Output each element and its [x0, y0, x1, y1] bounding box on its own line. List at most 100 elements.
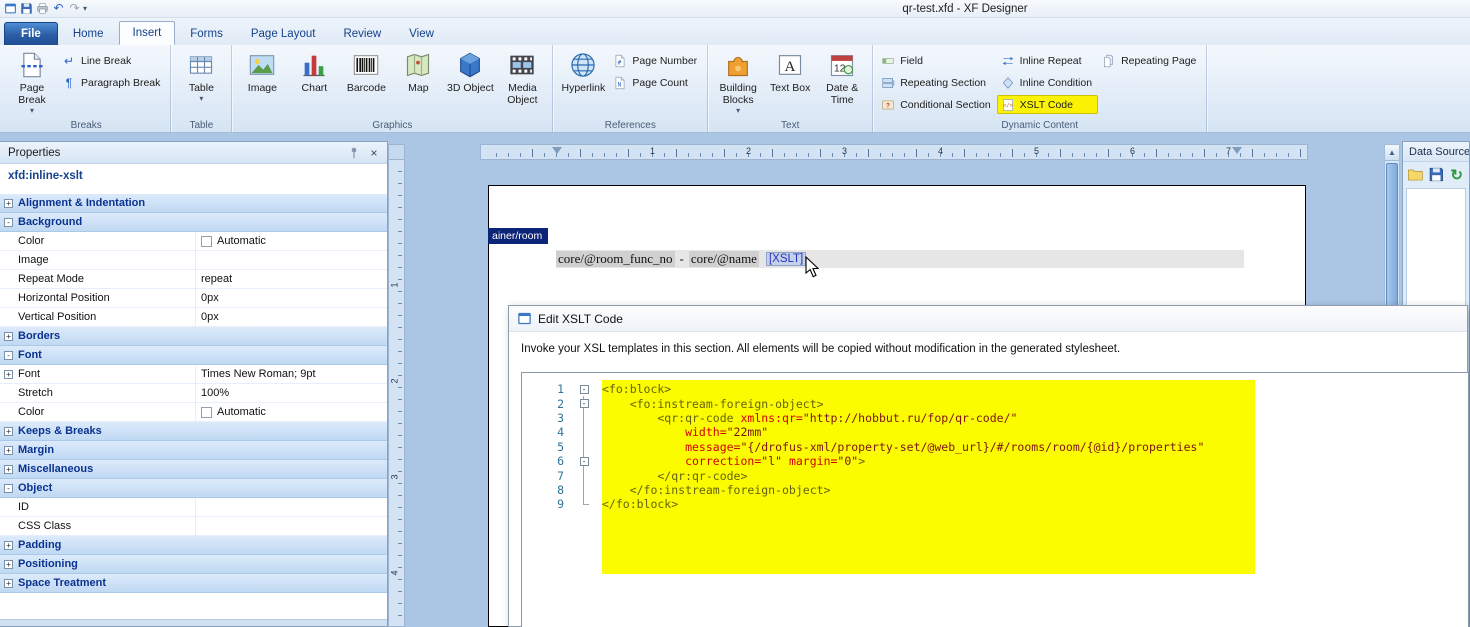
- code-line[interactable]: 9</fo:block>: [522, 497, 1468, 511]
- expander-icon[interactable]: +: [4, 427, 13, 436]
- tab-page-layout[interactable]: Page Layout: [238, 23, 329, 45]
- property-value-cell[interactable]: Times New Roman; 9pt: [196, 365, 387, 383]
- field-room-name[interactable]: core/@name: [689, 251, 759, 267]
- code-line[interactable]: 4 width="22mm": [522, 425, 1468, 439]
- property-value-cell[interactable]: Automatic: [196, 232, 387, 250]
- code-line[interactable]: 5 message="{/drofus-xml/property-set/@we…: [522, 440, 1468, 454]
- property-section-miscellaneous[interactable]: +Miscellaneous: [0, 460, 387, 479]
- page-number-button[interactable]: #Page Number: [609, 51, 703, 70]
- expander-icon[interactable]: -: [4, 484, 13, 493]
- inline-condition-button[interactable]: Inline Condition: [997, 73, 1098, 92]
- property-section-positioning[interactable]: +Positioning: [0, 555, 387, 574]
- property-value-cell[interactable]: 0px: [196, 308, 387, 326]
- right-margin-marker[interactable]: [1232, 147, 1242, 154]
- fold-toggle-icon[interactable]: -: [580, 385, 589, 394]
- code-line[interactable]: 3 <qr:qr-code xmlns:qr="http://hobbut.ru…: [522, 411, 1468, 425]
- tab-file[interactable]: File: [4, 22, 58, 45]
- checkbox[interactable]: [201, 236, 212, 247]
- undo-icon[interactable]: ↶: [52, 2, 65, 15]
- expander-icon[interactable]: +: [4, 541, 13, 550]
- expander-icon[interactable]: -: [4, 218, 13, 227]
- ds-save-icon[interactable]: [1428, 166, 1445, 183]
- property-label-cell: Color: [0, 232, 196, 250]
- expander-icon[interactable]: +: [4, 465, 13, 474]
- property-section-background[interactable]: -Background: [0, 213, 387, 232]
- property-value-cell[interactable]: [196, 498, 387, 516]
- property-value-cell[interactable]: Automatic: [196, 403, 387, 421]
- scrollbar-thumb[interactable]: [1386, 163, 1398, 323]
- paragraph-break-button[interactable]: ¶Paragraph Break: [58, 73, 166, 92]
- expander-icon[interactable]: +: [4, 370, 13, 379]
- ds-new-icon[interactable]: [1407, 166, 1424, 183]
- expander-icon[interactable]: +: [4, 332, 13, 341]
- expander-icon[interactable]: +: [4, 199, 13, 208]
- tab-home[interactable]: Home: [60, 23, 117, 45]
- property-value-cell[interactable]: 0px: [196, 289, 387, 307]
- page-break-button[interactable]: Page Break▾: [6, 47, 58, 119]
- code-line[interactable]: 6- correction="l" margin="0">: [522, 454, 1468, 468]
- image-button[interactable]: Image: [236, 47, 288, 119]
- media-object-button[interactable]: Media Object: [496, 47, 548, 119]
- print-icon[interactable]: [36, 2, 49, 15]
- close-icon[interactable]: ×: [367, 146, 381, 160]
- repeating-section-button[interactable]: Repeating Section: [877, 73, 996, 92]
- inline-xslt-object[interactable]: [XSLT]: [766, 252, 806, 266]
- xslt-code-button[interactable]: </>XSLT Code: [997, 95, 1098, 114]
- button-label: Hyperlink: [562, 82, 606, 94]
- property-section-keeps-breaks[interactable]: +Keeps & Breaks: [0, 422, 387, 441]
- field-button[interactable]: Field: [877, 51, 996, 70]
- property-section-space-treatment[interactable]: +Space Treatment: [0, 574, 387, 593]
- 3d-object-button[interactable]: 3D Object: [444, 47, 496, 119]
- left-margin-marker[interactable]: [552, 147, 562, 154]
- conditional-section-button[interactable]: ?Conditional Section: [877, 95, 996, 114]
- tab-forms[interactable]: Forms: [177, 23, 236, 45]
- property-section-alignment-indentation[interactable]: +Alignment & Indentation: [0, 194, 387, 213]
- tab-insert[interactable]: Insert: [119, 21, 176, 45]
- save-icon[interactable]: [20, 2, 33, 15]
- barcode-button[interactable]: Barcode: [340, 47, 392, 119]
- expander-icon[interactable]: -: [4, 351, 13, 360]
- property-section-borders[interactable]: +Borders: [0, 327, 387, 346]
- qat-customize-icon[interactable]: ▾: [81, 4, 87, 13]
- page-count-button[interactable]: NPage Count: [609, 73, 703, 92]
- dialog-title-bar[interactable]: Edit XSLT Code: [509, 306, 1467, 332]
- property-value-cell[interactable]: repeat: [196, 270, 387, 288]
- property-value-cell[interactable]: [196, 251, 387, 269]
- checkbox[interactable]: [201, 407, 212, 418]
- property-section-margin[interactable]: +Margin: [0, 441, 387, 460]
- repeating-page-button[interactable]: Repeating Page: [1098, 51, 1202, 70]
- field-room-func-no[interactable]: core/@room_func_no: [556, 251, 675, 267]
- property-value-cell[interactable]: [196, 517, 387, 535]
- code-line[interactable]: 1-<fo:block>: [522, 382, 1468, 396]
- expander-icon[interactable]: +: [4, 446, 13, 455]
- hyperlink-button[interactable]: Hyperlink: [557, 47, 609, 119]
- property-section-padding[interactable]: +Padding: [0, 536, 387, 555]
- property-section-font[interactable]: -Font: [0, 346, 387, 365]
- fold-toggle-icon[interactable]: -: [580, 457, 589, 466]
- building-blocks-button[interactable]: Building Blocks▾: [712, 47, 764, 119]
- scroll-up-icon[interactable]: ▲: [1385, 145, 1399, 161]
- property-value-cell[interactable]: 100%: [196, 384, 387, 402]
- tab-view[interactable]: View: [396, 23, 447, 45]
- line-break-button[interactable]: ↵Line Break: [58, 51, 166, 70]
- fold-toggle-icon[interactable]: -: [580, 399, 589, 408]
- map-button[interactable]: Map: [392, 47, 444, 119]
- inline-repeat-button[interactable]: Inline Repeat: [997, 51, 1098, 70]
- ds-refresh-icon[interactable]: ↻: [1448, 166, 1465, 183]
- redo-icon[interactable]: ↷: [68, 2, 81, 15]
- tab-review[interactable]: Review: [330, 23, 394, 45]
- date-time-button[interactable]: 12Date & Time: [816, 47, 868, 119]
- expander-icon[interactable]: +: [4, 579, 13, 588]
- fold-column: [572, 411, 596, 425]
- pin-icon[interactable]: [347, 146, 361, 160]
- vertical-ruler: 1234: [388, 160, 405, 627]
- table-button[interactable]: Table▾: [175, 47, 227, 119]
- expander-icon[interactable]: +: [4, 560, 13, 569]
- text-box-button[interactable]: AText Box: [764, 47, 816, 119]
- code-line[interactable]: 2- <fo:instream-foreign-object>: [522, 396, 1468, 410]
- chart-button[interactable]: Chart: [288, 47, 340, 119]
- code-line[interactable]: 8 </fo:instream-foreign-object>: [522, 483, 1468, 497]
- xslt-code-editor[interactable]: 1-<fo:block>2- <fo:instream-foreign-obje…: [521, 372, 1469, 627]
- property-section-object[interactable]: -Object: [0, 479, 387, 498]
- code-line[interactable]: 7 </qr:qr-code>: [522, 468, 1468, 482]
